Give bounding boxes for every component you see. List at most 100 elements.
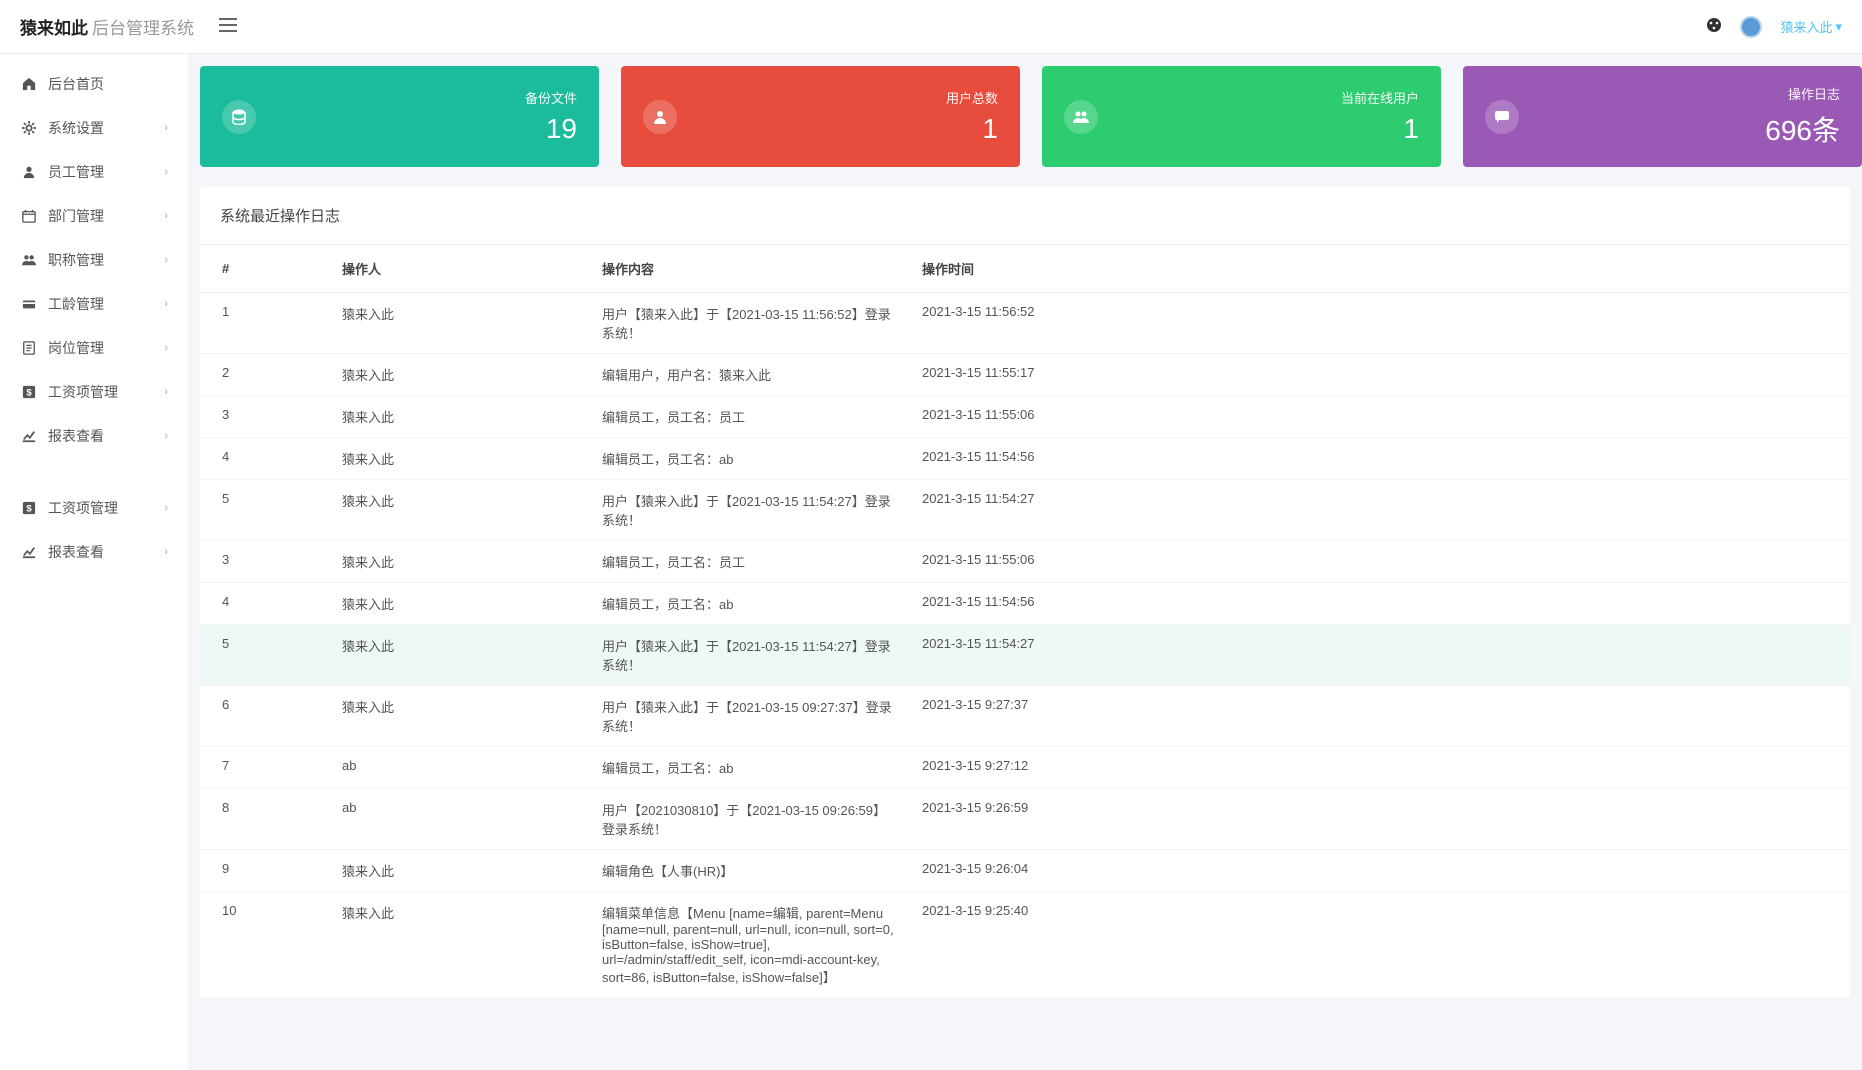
- card-value: 1: [1341, 113, 1419, 145]
- chevron-right-icon: ›: [164, 122, 168, 134]
- table-row[interactable]: 5猿来入此用户【猿来入此】于【2021-03-15 11:54:27】登录系统！…: [200, 625, 1850, 686]
- sidebar-item-label: 报表查看: [48, 426, 104, 446]
- main-content: 备份文件19用户总数1当前在线用户1操作日志696条 系统最近操作日志 # 操作…: [188, 54, 1862, 1070]
- table-row[interactable]: 3猿来入此编辑员工，员工名：员工2021-3-15 11:55:06: [200, 396, 1850, 438]
- cell-content: 编辑员工，员工名：员工: [590, 541, 910, 583]
- cell-time: 2021-3-15 9:25:40: [910, 892, 1850, 998]
- sidebar-item-label: 职称管理: [48, 250, 104, 270]
- chevron-right-icon: ›: [164, 546, 168, 558]
- cell-time: 2021-3-15 11:55:06: [910, 396, 1850, 438]
- cell-content: 编辑员工，员工名：ab: [590, 583, 910, 625]
- cell-content: 编辑员工，员工名：员工: [590, 396, 910, 438]
- cell-operator: 猿来入此: [330, 583, 590, 625]
- stat-card-0[interactable]: 备份文件19: [200, 66, 599, 167]
- cell-index: 8: [200, 789, 330, 850]
- svg-text:$: $: [26, 388, 32, 399]
- col-time: 操作时间: [910, 245, 1850, 293]
- cell-index: 9: [200, 850, 330, 892]
- chat-icon: [1485, 100, 1519, 134]
- chevron-right-icon: ›: [164, 430, 168, 442]
- chart-icon: [20, 429, 38, 443]
- sidebar-item-0[interactable]: 后台首页: [0, 62, 188, 106]
- sidebar-item-7[interactable]: $工资项管理›: [0, 370, 188, 414]
- stat-card-3[interactable]: 操作日志696条: [1463, 66, 1862, 167]
- log-panel: 系统最近操作日志 # 操作人 操作内容 操作时间 1猿来入此用户【猿来入此】于【…: [200, 187, 1850, 998]
- table-row[interactable]: 4猿来入此编辑员工，员工名：ab2021-3-15 11:54:56: [200, 583, 1850, 625]
- table-row[interactable]: 9猿来入此编辑角色【人事(HR)】2021-3-15 9:26:04: [200, 850, 1850, 892]
- col-operator: 操作人: [330, 245, 590, 293]
- cell-operator: 猿来入此: [330, 438, 590, 480]
- sidebar-item-10[interactable]: 报表查看 ›: [0, 530, 188, 574]
- stat-cards: 备份文件19用户总数1当前在线用户1操作日志696条: [200, 66, 1862, 167]
- card-icon: [20, 297, 38, 311]
- sidebar-item-9[interactable]: $工资项管理›: [0, 486, 188, 530]
- chevron-right-icon: ›: [164, 210, 168, 222]
- chevron-right-icon: ›: [164, 166, 168, 178]
- cell-content: 编辑角色【人事(HR)】: [590, 850, 910, 892]
- cell-index: 1: [200, 293, 330, 354]
- home-icon: [20, 77, 38, 91]
- cell-operator: ab: [330, 789, 590, 850]
- table-row[interactable]: 1猿来入此用户【猿来入此】于【2021-03-15 11:56:52】登录系统！…: [200, 293, 1850, 354]
- cell-index: 6: [200, 686, 330, 747]
- menu-toggle-button[interactable]: [219, 18, 237, 35]
- cell-time: 2021-3-15 11:54:27: [910, 625, 1850, 686]
- cell-operator: 猿来入此: [330, 480, 590, 541]
- cell-content: 用户【猿来入此】于【2021-03-15 09:27:37】登录系统！: [590, 686, 910, 747]
- panel-title: 系统最近操作日志: [200, 187, 1850, 245]
- table-row[interactable]: 5猿来入此用户【猿来入此】于【2021-03-15 11:54:27】登录系统！…: [200, 480, 1850, 541]
- sidebar-item-4[interactable]: 职称管理 ›: [0, 238, 188, 282]
- cell-index: 5: [200, 480, 330, 541]
- sidebar-item-3[interactable]: 部门管理›: [0, 194, 188, 238]
- cell-operator: 猿来入此: [330, 850, 590, 892]
- table-row[interactable]: 3猿来入此编辑员工，员工名：员工2021-3-15 11:55:06: [200, 541, 1850, 583]
- sidebar-item-8[interactable]: 报表查看 ›: [0, 414, 188, 458]
- sidebar-item-label: 报表查看: [48, 542, 104, 562]
- cell-index: 3: [200, 541, 330, 583]
- card-value: 19: [525, 113, 577, 145]
- table-row[interactable]: 2猿来入此编辑用户，用户名：猿来入此2021-3-15 11:55:17: [200, 354, 1850, 396]
- palette-icon[interactable]: [1706, 17, 1722, 36]
- card-title: 用户总数: [946, 88, 998, 107]
- logo: 猿来如此后台管理系统: [20, 14, 194, 39]
- table-row[interactable]: 8ab用户【2021030810】于【2021-03-15 09:26:59】登…: [200, 789, 1850, 850]
- sidebar-item-label: 系统设置: [48, 118, 104, 138]
- table-header-row: # 操作人 操作内容 操作时间: [200, 245, 1850, 293]
- sidebar-item-label: 后台首页: [48, 74, 104, 94]
- cell-content: 编辑员工，员工名：ab: [590, 747, 910, 789]
- stat-card-2[interactable]: 当前在线用户1: [1042, 66, 1441, 167]
- table-row[interactable]: 7ab编辑员工，员工名：ab2021-3-15 9:27:12: [200, 747, 1850, 789]
- user-dropdown[interactable]: 猿来入此 ▾: [1780, 17, 1842, 36]
- users-icon: [20, 253, 38, 267]
- card-value: 1: [946, 113, 998, 145]
- cell-time: 2021-3-15 11:54:56: [910, 438, 1850, 480]
- cell-time: 2021-3-15 11:54:27: [910, 480, 1850, 541]
- table-row[interactable]: 10猿来入此编辑菜单信息【Menu [name=编辑, parent=Menu …: [200, 892, 1850, 998]
- table-row[interactable]: 6猿来入此用户【猿来入此】于【2021-03-15 09:27:37】登录系统！…: [200, 686, 1850, 747]
- sidebar-item-label: 工龄管理: [48, 294, 104, 314]
- sidebar-item-5[interactable]: 工龄管理 ›: [0, 282, 188, 326]
- card-title: 操作日志: [1765, 84, 1840, 103]
- cell-content: 编辑员工，员工名：ab: [590, 438, 910, 480]
- cell-content: 用户【猿来入此】于【2021-03-15 11:56:52】登录系统！: [590, 293, 910, 354]
- avatar[interactable]: [1740, 16, 1762, 38]
- chevron-right-icon: ›: [164, 254, 168, 266]
- cell-time: 2021-3-15 11:54:56: [910, 583, 1850, 625]
- sidebar-item-1[interactable]: 系统设置 ›: [0, 106, 188, 150]
- cell-time: 2021-3-15 11:56:52: [910, 293, 1850, 354]
- cell-content: 用户【猿来入此】于【2021-03-15 11:54:27】登录系统！: [590, 480, 910, 541]
- chevron-right-icon: ›: [164, 298, 168, 310]
- sidebar-item-label: 员工管理: [48, 162, 104, 182]
- cell-index: 10: [200, 892, 330, 998]
- stat-card-1[interactable]: 用户总数 1: [621, 66, 1020, 167]
- sidebar-item-label: 工资项管理: [48, 498, 118, 518]
- logo-sub: 后台管理系统: [92, 19, 194, 38]
- cell-index: 3: [200, 396, 330, 438]
- table-row[interactable]: 4猿来入此编辑员工，员工名：ab2021-3-15 11:54:56: [200, 438, 1850, 480]
- sidebar-item-2[interactable]: 员工管理 ›: [0, 150, 188, 194]
- chart-icon: [20, 545, 38, 559]
- cell-index: 4: [200, 583, 330, 625]
- user-icon: [643, 100, 677, 134]
- sidebar-item-6[interactable]: 岗位管理›: [0, 326, 188, 370]
- log-table: # 操作人 操作内容 操作时间 1猿来入此用户【猿来入此】于【2021-03-1…: [200, 245, 1850, 998]
